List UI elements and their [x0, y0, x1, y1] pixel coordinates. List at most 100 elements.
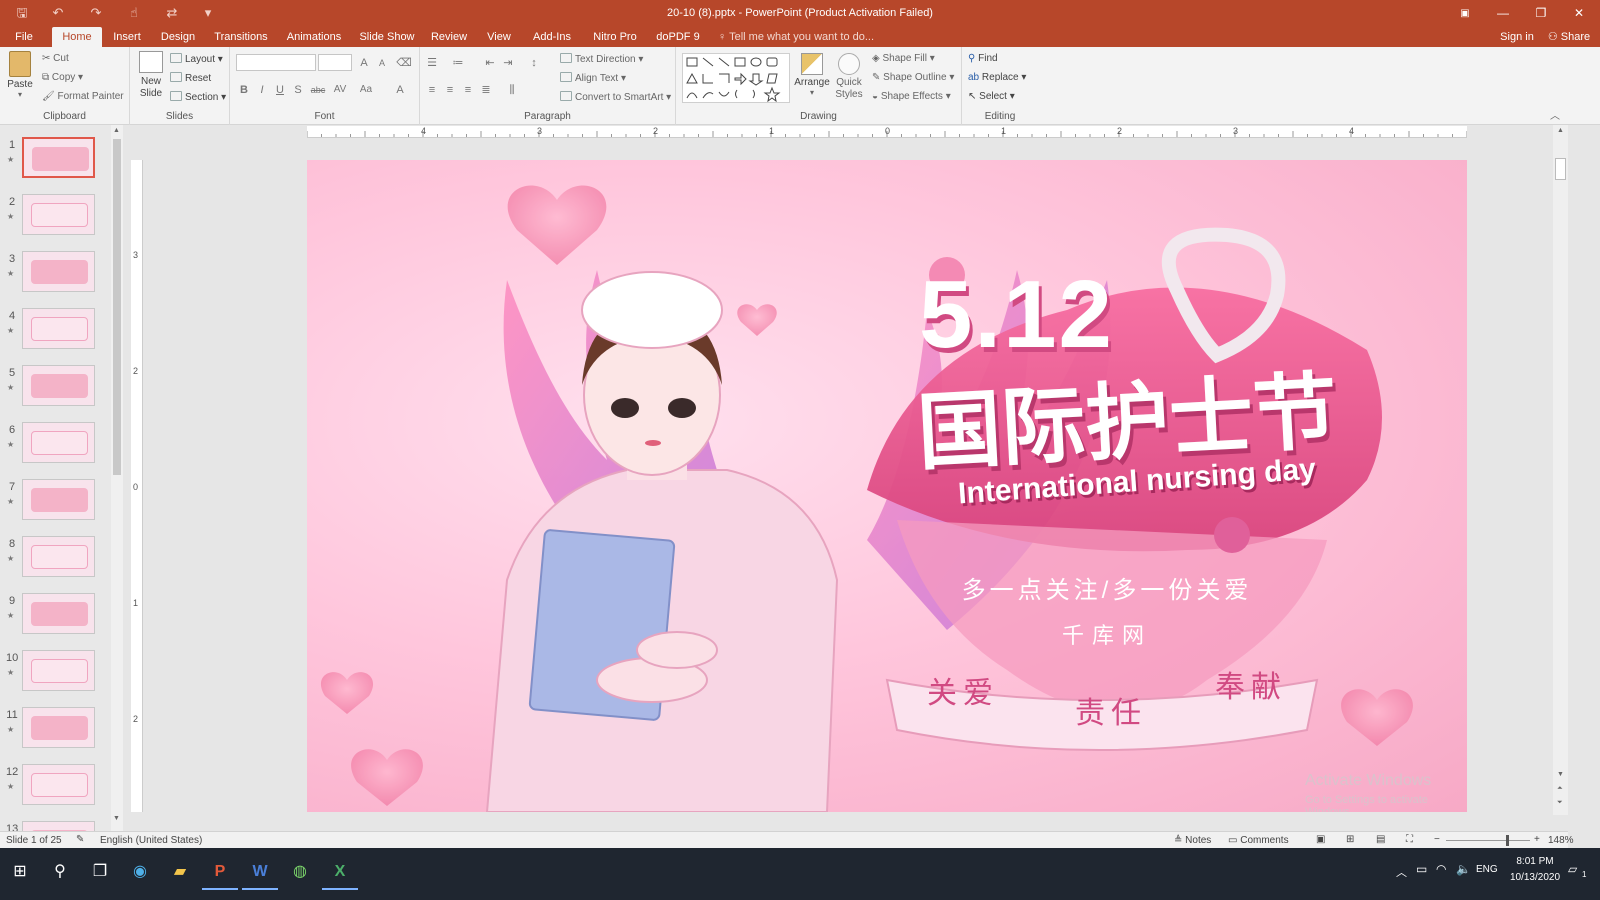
- zoom-slider-track[interactable]: [1446, 835, 1530, 846]
- share-button[interactable]: ⚇ Share: [1544, 27, 1594, 47]
- bullets-icon[interactable]: ☰: [424, 55, 440, 71]
- tray-chevron-icon[interactable]: ︿: [1396, 864, 1407, 880]
- minimize-icon[interactable]: —: [1484, 0, 1522, 27]
- notification-icon[interactable]: ▱: [1568, 862, 1577, 876]
- zoom-in-icon[interactable]: +: [1534, 834, 1540, 845]
- copy-button[interactable]: ⧉ Copy ▾: [42, 72, 83, 83]
- language-indicator[interactable]: English (United States): [100, 835, 202, 846]
- slide-scroll-thumb[interactable]: [1555, 158, 1566, 180]
- slide-thumbnail[interactable]: [22, 137, 95, 178]
- text-direction-button[interactable]: Text Direction ▾: [560, 53, 643, 65]
- cut-button[interactable]: ✂ Cut: [42, 53, 69, 64]
- slide-thumbnail[interactable]: [22, 764, 95, 805]
- slide-thumbnail[interactable]: [22, 194, 95, 235]
- scroll-down-icon[interactable]: ▼: [113, 815, 120, 822]
- collapse-ribbon-icon[interactable]: ︿: [1550, 107, 1560, 122]
- battery-icon[interactable]: ▭: [1416, 862, 1427, 876]
- align-center-icon[interactable]: ≡: [442, 82, 458, 98]
- slide-thumbnail[interactable]: [22, 536, 95, 577]
- excel-taskbar-icon[interactable]: X: [322, 854, 358, 890]
- tab-nitro-pro[interactable]: Nitro Pro: [586, 27, 644, 47]
- section-button[interactable]: Section ▾: [170, 91, 226, 103]
- ribbon-word-devotion[interactable]: 奉献: [1215, 662, 1287, 706]
- grow-font-icon[interactable]: A: [356, 55, 372, 71]
- wifi-icon[interactable]: ◠: [1436, 862, 1446, 876]
- columns-icon[interactable]: ⫼: [504, 82, 520, 98]
- shape-effects-button[interactable]: ◒ Shape Effects ▾: [872, 91, 951, 102]
- tab-design[interactable]: Design: [156, 27, 200, 47]
- shadow-button[interactable]: S: [290, 82, 306, 98]
- paste-button[interactable]: Paste ▾: [6, 51, 34, 105]
- font-size-box[interactable]: [318, 54, 352, 71]
- align-left-icon[interactable]: ≡: [424, 82, 440, 98]
- restore-icon[interactable]: ❐: [1522, 0, 1560, 27]
- comments-button[interactable]: ▭ Comments: [1228, 835, 1289, 846]
- scroll-up-icon[interactable]: ▲: [113, 127, 120, 134]
- slideshow-view-icon[interactable]: ⛶: [1406, 834, 1413, 845]
- slide-thumbnail[interactable]: [22, 251, 95, 292]
- tab-insert[interactable]: Insert: [106, 27, 148, 47]
- slide-sorter-icon[interactable]: ⊞: [1346, 834, 1354, 845]
- bold-button[interactable]: B: [236, 82, 252, 98]
- word-taskbar-icon[interactable]: W: [242, 854, 278, 890]
- replace-button[interactable]: ab Replace ▾: [968, 72, 1026, 83]
- volume-icon[interactable]: 🔈: [1456, 862, 1471, 876]
- slide-thumbnail[interactable]: [22, 422, 95, 463]
- underline-button[interactable]: U: [272, 82, 288, 98]
- justify-icon[interactable]: ≣: [478, 82, 494, 98]
- slide-thumbnail[interactable]: [22, 707, 95, 748]
- slide-canvas[interactable]: 5.12 国际护士节 International nursing day 多一点…: [307, 160, 1467, 812]
- scroll-down-icon[interactable]: ▼: [1557, 771, 1564, 778]
- align-right-icon[interactable]: ≡: [460, 82, 476, 98]
- tab-add-ins[interactable]: Add-Ins: [526, 27, 578, 47]
- zoom-out-icon[interactable]: −: [1434, 834, 1440, 845]
- chrome-icon[interactable]: ◉: [122, 854, 158, 890]
- normal-view-icon[interactable]: ▣: [1316, 834, 1325, 845]
- shape-fill-button[interactable]: ◈ Shape Fill ▾: [872, 53, 935, 64]
- ribbon-word-duty[interactable]: 责任: [1075, 688, 1147, 732]
- tab-file[interactable]: File: [6, 27, 42, 47]
- powerpoint-taskbar-icon[interactable]: P: [202, 854, 238, 890]
- spellcheck-icon[interactable]: ✎: [76, 834, 84, 845]
- tell-me-box[interactable]: ♀ Tell me what you want to do...: [718, 27, 878, 47]
- file-explorer-icon[interactable]: ▰: [162, 854, 198, 890]
- next-slide-icon[interactable]: ⏷: [1557, 799, 1563, 807]
- change-case-button[interactable]: Aa: [356, 82, 376, 98]
- sign-in-link[interactable]: Sign in: [1496, 27, 1538, 47]
- convert-smartart-button[interactable]: Convert to SmartArt ▾: [560, 91, 671, 103]
- increase-indent-icon[interactable]: ⇥: [500, 55, 516, 71]
- tab-view[interactable]: View: [478, 27, 520, 47]
- search-icon[interactable]: ⚲: [42, 854, 78, 890]
- format-painter-button[interactable]: 🖌 Format Painter: [42, 91, 124, 102]
- select-button[interactable]: ↖ Select ▾: [968, 91, 1015, 102]
- tab-dopdf[interactable]: doPDF 9: [652, 27, 704, 47]
- shapes-gallery[interactable]: [682, 53, 790, 103]
- zoom-level[interactable]: 148%: [1548, 835, 1574, 846]
- strikethrough-button[interactable]: abc: [308, 82, 328, 98]
- clock-date[interactable]: 10/13/2020: [1506, 872, 1564, 883]
- thumbnail-scroll-thumb[interactable]: [113, 139, 121, 475]
- horizontal-ruler[interactable]: 4 3 2 1 0 1 2 3 4: [307, 126, 1467, 138]
- char-spacing-button[interactable]: AV: [330, 82, 350, 98]
- slide-thumbnail[interactable]: [22, 365, 95, 406]
- numbering-icon[interactable]: ≔: [450, 55, 466, 71]
- italic-button[interactable]: I: [254, 82, 270, 98]
- layout-button[interactable]: Layout ▾: [170, 53, 223, 65]
- align-text-button[interactable]: Align Text ▾: [560, 72, 626, 84]
- tab-transitions[interactable]: Transitions: [208, 27, 274, 47]
- font-name-box[interactable]: [236, 54, 316, 71]
- decrease-indent-icon[interactable]: ⇤: [482, 55, 498, 71]
- slide-vertical-scrollbar[interactable]: ▲ ▼ ⏶ ⏷: [1553, 125, 1568, 815]
- paste-dropdown-icon[interactable]: ▾: [6, 90, 34, 99]
- vertical-ruler[interactable]: 3 2 0 1 2: [131, 160, 143, 812]
- notes-button[interactable]: ≜ Notes: [1174, 835, 1211, 846]
- line-spacing-icon[interactable]: ↕: [526, 55, 542, 71]
- arrange-button[interactable]: Arrange ▾: [794, 51, 830, 111]
- find-button[interactable]: ⚲ Find: [968, 53, 998, 64]
- clock-time[interactable]: 8:01 PM: [1512, 856, 1558, 867]
- input-language[interactable]: ENG: [1476, 864, 1498, 875]
- quick-styles-button[interactable]: Quick Styles: [832, 51, 866, 113]
- slide-site-name[interactable]: 千库网: [1007, 618, 1207, 650]
- scroll-up-icon[interactable]: ▲: [1557, 127, 1564, 134]
- ribbon-word-care[interactable]: 关爱: [927, 668, 999, 712]
